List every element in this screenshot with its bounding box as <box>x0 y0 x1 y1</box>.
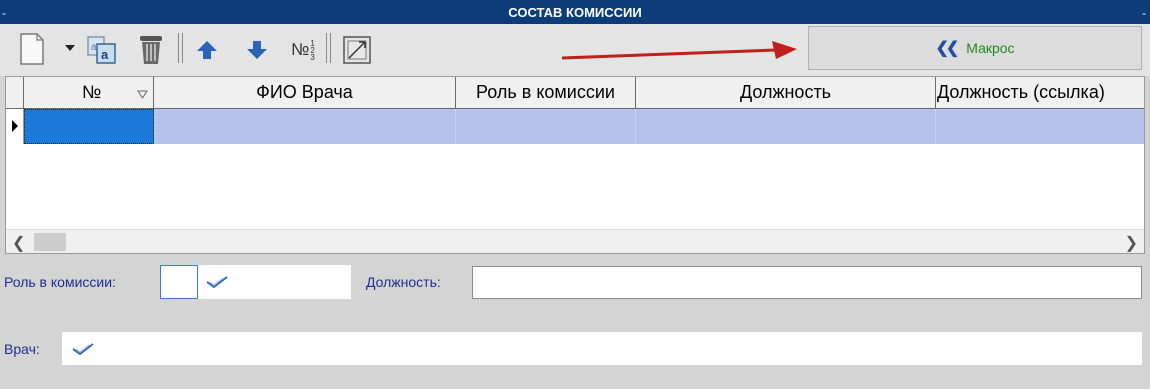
scroll-right-icon[interactable]: ❯ <box>1125 233 1138 253</box>
copy-record-button[interactable]: a a <box>84 32 120 68</box>
resize-icon <box>343 36 371 64</box>
doctor-select[interactable] <box>62 332 1142 365</box>
filter-icon[interactable] <box>137 90 148 99</box>
cell-number[interactable] <box>24 109 154 144</box>
title-right-marker: - <box>1142 6 1146 20</box>
position-input[interactable] <box>472 266 1142 299</box>
delete-record-button[interactable] <box>134 30 168 68</box>
toolbar-separator <box>178 33 183 63</box>
column-header-role[interactable]: Роль в комиссии <box>456 77 636 108</box>
position-label: Должность: <box>366 274 441 290</box>
svg-text:a: a <box>91 42 97 53</box>
annotation-arrow <box>561 41 797 60</box>
row-indicator <box>6 109 24 144</box>
arrow-up-icon <box>197 41 217 59</box>
column-header-doctor-name[interactable]: ФИО Врача <box>154 77 456 108</box>
toolbar-separator <box>326 33 331 63</box>
window-title: СОСТАВ КОМИССИИ <box>508 4 642 20</box>
document-icon <box>20 33 44 65</box>
renumber-button[interactable]: № 123 <box>286 34 320 66</box>
row-indicator-header <box>6 77 24 108</box>
column-header-label: Должность <box>739 82 832 102</box>
role-code-input[interactable] <box>160 265 198 299</box>
column-header-label: Роль в комиссии <box>476 82 615 102</box>
doctor-label: Врач: <box>4 341 40 357</box>
arrow-down-icon <box>247 41 267 59</box>
trash-icon <box>140 36 162 64</box>
column-header-number[interactable]: № <box>24 77 154 108</box>
cell-role[interactable] <box>456 109 636 144</box>
table-row[interactable] <box>6 109 1144 144</box>
fit-columns-button[interactable] <box>338 32 376 68</box>
role-select[interactable] <box>198 265 351 299</box>
column-header-position-link[interactable]: Должность (ссылка) <box>936 77 1144 108</box>
window-title-bar: - СОСТАВ КОМИССИИ - <box>0 0 1150 24</box>
role-label: Роль в комиссии: <box>4 274 116 290</box>
new-record-button[interactable] <box>14 30 50 68</box>
select-pen-icon[interactable] <box>72 343 94 355</box>
cell-doctor-name[interactable] <box>154 109 456 144</box>
move-up-button[interactable] <box>192 34 222 66</box>
move-down-button[interactable] <box>242 34 272 66</box>
cell-position-link[interactable] <box>936 109 1144 144</box>
copy-icon: a a <box>87 36 116 64</box>
chevron-down-icon <box>65 45 75 51</box>
scroll-thumb[interactable] <box>34 233 66 251</box>
horizontal-scrollbar[interactable]: ❮ ❯ <box>6 229 1144 253</box>
double-chevron-left-icon: ❮❮ <box>935 40 959 57</box>
new-record-dropdown[interactable] <box>62 38 78 58</box>
current-row-arrow-icon <box>12 120 18 132</box>
column-header-label: Должность (ссылка) <box>937 82 1105 102</box>
svg-text:a: a <box>101 47 109 62</box>
macro-label: Макрос <box>966 40 1015 56</box>
macro-button[interactable]: ❮❮ Макрос <box>808 26 1142 70</box>
title-left-marker: - <box>2 6 6 20</box>
column-header-label: № <box>82 82 102 102</box>
commission-members-grid[interactable]: № ФИО Врача Роль в комиссии Должность До… <box>5 76 1145 254</box>
column-header-label: ФИО Врача <box>256 82 353 102</box>
number-sign: № <box>291 40 310 59</box>
cell-position[interactable] <box>636 109 936 144</box>
toolbar: a a № 123 ❮❮ Макрос <box>0 24 1150 76</box>
grid-header: № ФИО Врача Роль в комиссии Должность До… <box>6 77 1144 109</box>
numbering-icon: № 123 <box>291 38 315 62</box>
select-pen-icon[interactable] <box>206 276 228 288</box>
column-header-position[interactable]: Должность <box>636 77 936 108</box>
scroll-left-icon[interactable]: ❮ <box>12 233 25 253</box>
